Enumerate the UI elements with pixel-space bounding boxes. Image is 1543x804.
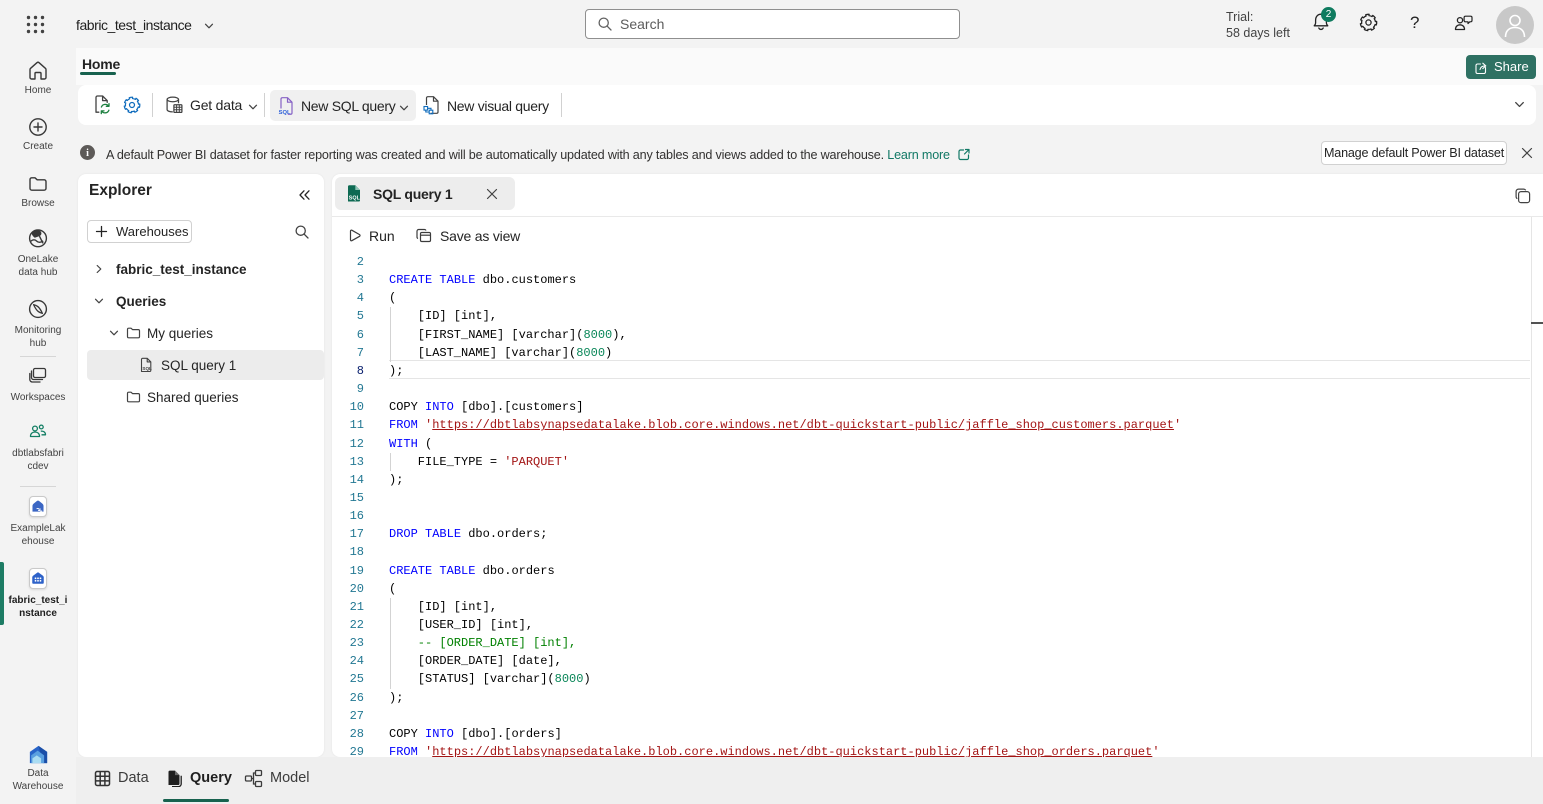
svg-text:SQL: SQL — [279, 110, 291, 116]
svg-text:SQL: SQL — [142, 366, 152, 371]
svg-text:SQL: SQL — [349, 195, 361, 201]
